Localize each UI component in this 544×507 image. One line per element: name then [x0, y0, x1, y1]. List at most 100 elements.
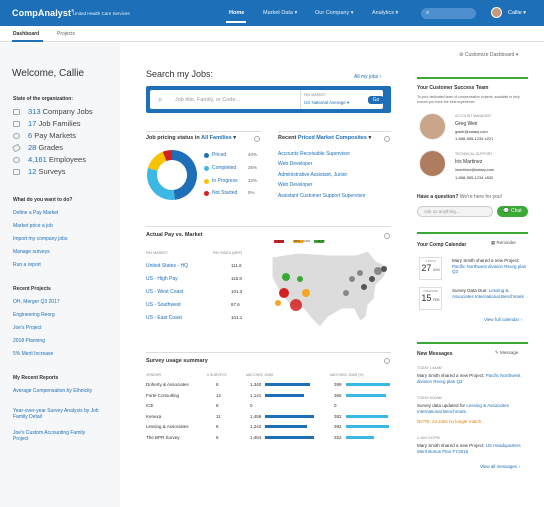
want-link[interactable]: Market price a job	[13, 223, 53, 229]
map-bubble[interactable]	[361, 284, 367, 290]
reminder-button[interactable]: ▦ Reminder	[491, 240, 516, 246]
composites-title: Recent Priced Market Composites ▾	[278, 135, 372, 141]
support-email[interactable]: imartinez@salary.com	[455, 167, 494, 172]
gear-icon[interactable]	[384, 233, 390, 239]
recent-project-link[interactable]: OH, Merger Q3 2017	[13, 299, 60, 305]
composite-link[interactable]: Assistant Customer Support Supervisor	[278, 193, 366, 199]
org-job-families[interactable]: 17 Job Families	[28, 119, 81, 128]
search-icon: ⌕	[426, 10, 430, 16]
composite-link[interactable]: Web Developer	[278, 161, 312, 167]
gear-icon[interactable]	[254, 136, 260, 142]
map-bubble[interactable]	[297, 276, 303, 282]
map-bubble[interactable]	[357, 270, 363, 276]
want-link[interactable]: Define a Pay Market	[13, 210, 58, 216]
want-link[interactable]: Run a report	[13, 262, 41, 268]
view-calendar-link[interactable]: View full calendar ›	[484, 317, 522, 322]
recent-project-link[interactable]: 5% Merit Increase	[13, 351, 53, 357]
all-jobs-link[interactable]: All my jobs ›	[354, 74, 381, 80]
recent-project-link[interactable]: Joe's Project	[13, 325, 41, 331]
nav-analytics[interactable]: Analytics ▾	[372, 10, 398, 16]
want-link[interactable]: Import my company jobs	[13, 236, 67, 242]
map-bubble[interactable]	[374, 267, 382, 275]
map-bubble[interactable]	[282, 273, 290, 281]
recent-report-link[interactable]: Year-over-year Survey Analysis by Job Fa…	[13, 408, 101, 420]
composite-link[interactable]: Administrative Assistant, Junior	[278, 172, 347, 178]
org-state-title: State of the organization:	[13, 96, 73, 102]
pay-market-link[interactable]: United States - HQ	[146, 263, 188, 269]
active-tab-indicator	[12, 40, 43, 42]
view-messages-link[interactable]: View all messages ›	[480, 464, 520, 469]
support-phone: 1-888-555-1234 x532	[455, 175, 494, 180]
job-search-box: ⌕ Job title, Family, or Code... PAY MARK…	[146, 86, 391, 113]
map-bubble[interactable]	[349, 276, 355, 282]
pay-market-link[interactable]: US - High Pay	[146, 276, 178, 282]
status-priced[interactable]: Priced	[212, 152, 226, 158]
job-families-icon	[13, 121, 20, 127]
donut-slice[interactable]	[147, 167, 175, 200]
chat-button[interactable]: 💬 Chat	[497, 206, 528, 217]
composite-link[interactable]: Web Developer	[278, 182, 312, 188]
calendar-event[interactable]: Survey Data Due: Lessing & Associates In…	[452, 288, 528, 299]
new-message-button[interactable]: ✎ Message	[495, 350, 518, 356]
job-search-input[interactable]: ⌕ Job title, Family, or Code... PAY MARK…	[150, 90, 384, 109]
manager-name: Greg Weir	[455, 121, 478, 127]
want-link[interactable]: Manage surveys	[13, 249, 50, 255]
map-bubble[interactable]	[381, 266, 387, 272]
app-logo[interactable]: CompAnalyst®	[12, 8, 74, 18]
manager-email[interactable]: gweir@salary.com	[455, 129, 488, 134]
recent-project-link[interactable]: Engineering Reorg	[13, 312, 55, 318]
gear-icon[interactable]	[384, 136, 390, 142]
status-in-progress[interactable]: In Progress	[212, 178, 238, 184]
status-completed-pct: 26%	[248, 165, 258, 170]
go-button[interactable]: Go	[368, 96, 384, 104]
nav-market-data[interactable]: Market Data ▾	[263, 10, 297, 16]
survey-count: 12	[216, 392, 222, 398]
pay-index-value: 101.1	[231, 315, 243, 320]
pay-market-link[interactable]: US - Southwest	[146, 302, 181, 308]
pay-market-select[interactable]: US National Average ▾	[304, 100, 349, 106]
user-avatar[interactable]	[491, 7, 502, 18]
tab-projects[interactable]: Projects	[57, 31, 75, 37]
message-note: NOTE: 24 Jobs no longer match	[417, 419, 482, 424]
map-bubble[interactable]	[343, 290, 349, 296]
org-employees[interactable]: 4,161 Employees	[28, 155, 86, 164]
map-bubble[interactable]	[302, 289, 310, 297]
search-icon: ⌕	[158, 95, 163, 104]
org-company-jobs[interactable]: 313 Company Jobs	[28, 107, 93, 116]
tab-dashboard[interactable]: Dashboard	[13, 31, 39, 37]
org-surveys[interactable]: 12 Surveys	[28, 167, 66, 176]
org-pay-markets[interactable]: 6 Pay Markets	[28, 131, 76, 140]
pay-market-link[interactable]: US - East Coast	[146, 315, 182, 321]
global-search-input[interactable]: ⌕	[421, 8, 476, 19]
message-item[interactable]: Mary Smith shared a new Project: Pacific…	[417, 373, 528, 384]
matched-jobs-bar	[265, 435, 314, 439]
composite-link[interactable]: Accounts Receivable Supervisor	[278, 151, 350, 157]
ask-input[interactable]: Ask us anything...	[417, 206, 493, 217]
pay-index-value: 111.6	[231, 263, 242, 268]
status-not-started[interactable]: Not Started	[212, 190, 237, 196]
message-item[interactable]: Survey data updated for Lessing & Associ…	[417, 403, 528, 414]
gear-icon[interactable]	[384, 358, 390, 364]
nav-our-company[interactable]: Our Company ▾	[315, 10, 354, 16]
map-bubble[interactable]	[290, 299, 302, 311]
map-bubble[interactable]	[275, 300, 281, 306]
donut-slice[interactable]	[172, 150, 197, 200]
donut-slice[interactable]	[148, 151, 167, 171]
divider	[278, 131, 391, 132]
map-bubble[interactable]	[369, 276, 375, 282]
pay-index-value: 101.3	[231, 289, 243, 294]
jobs-icon	[13, 109, 20, 115]
user-menu[interactable]: Callie ▾	[508, 10, 526, 16]
nav-home[interactable]: Home	[229, 10, 244, 16]
status-completed[interactable]: Completed	[212, 165, 236, 171]
recent-report-link[interactable]: Average Compensation by Ethnicity	[13, 388, 101, 394]
calendar-event[interactable]: Mary Smith shared a new Project: Pacific…	[452, 258, 528, 275]
recent-project-link[interactable]: 2018 Planning	[13, 338, 45, 344]
customize-dashboard-link[interactable]: ⚙ Customize Dashboard ▾	[459, 52, 518, 58]
us-map-shape	[271, 250, 389, 328]
message-item[interactable]: Mary Smith shared a new Project: US Head…	[417, 443, 528, 454]
map-bubble[interactable]	[279, 288, 289, 298]
recent-report-link[interactable]: Joe's Custom Accounting Family Project	[13, 430, 101, 442]
org-grades[interactable]: 28 Grades	[28, 143, 63, 152]
pay-market-link[interactable]: US - West Coast	[146, 289, 183, 295]
